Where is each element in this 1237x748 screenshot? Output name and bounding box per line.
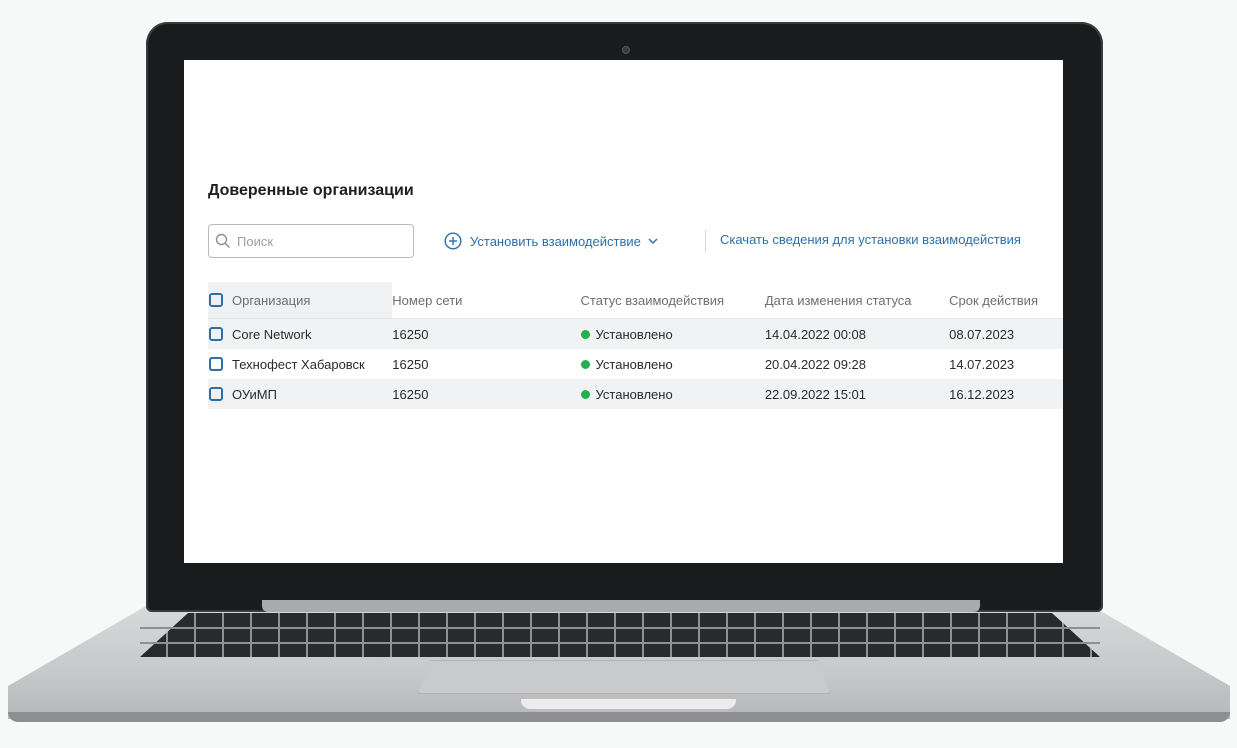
search-icon bbox=[215, 233, 230, 248]
changed-cell: 14.04.2022 00:08 bbox=[764, 326, 867, 342]
status-label: Установлено bbox=[595, 386, 673, 402]
column-status[interactable]: Статус взаимодействия bbox=[581, 282, 765, 318]
expires-cell: 16.12.2023 bbox=[949, 386, 1015, 402]
org-cell: Core Network bbox=[208, 319, 392, 349]
column-changed[interactable]: Дата изменения статуса bbox=[765, 282, 949, 318]
org-cell: Технофест Хабаровск bbox=[208, 349, 392, 379]
chevron-down-icon bbox=[648, 238, 658, 245]
changed-cell: 20.04.2022 09:28 bbox=[764, 356, 867, 372]
org-name: Технофест Хабаровск bbox=[232, 356, 365, 372]
select-all-checkbox[interactable] bbox=[209, 293, 223, 307]
status-dot-icon bbox=[580, 389, 590, 399]
column-organization[interactable]: Организация bbox=[208, 282, 393, 318]
laptop-hinge bbox=[262, 600, 980, 612]
trackpad bbox=[418, 660, 830, 694]
expires-cell: 08.07.2023 bbox=[949, 326, 1015, 342]
changed-cell: 22.09.2022 15:01 bbox=[764, 386, 867, 402]
toolbar-divider bbox=[705, 230, 706, 252]
establish-interaction-label: Установить взаимодействие bbox=[470, 233, 641, 249]
column-expires[interactable]: Срок действия bbox=[949, 282, 1063, 318]
row-checkbox[interactable] bbox=[209, 387, 223, 401]
network-cell: 16250 bbox=[392, 326, 429, 342]
app-screen: Доверенные организации Установить взаимо… bbox=[184, 60, 1063, 563]
network-cell: 16250 bbox=[392, 356, 429, 372]
status-dot-icon bbox=[580, 359, 590, 369]
column-header-label: Дата изменения статуса bbox=[764, 292, 912, 308]
org-cell: ОУиМП bbox=[208, 379, 392, 409]
column-header-label: Организация bbox=[232, 292, 311, 308]
network-cell: 16250 bbox=[392, 386, 429, 402]
plus-circle-icon bbox=[444, 232, 462, 250]
column-header-label: Номер сети bbox=[392, 292, 463, 308]
org-name: ОУиМП bbox=[232, 386, 277, 402]
table-row[interactable]: Технофест Хабаровск 16250 Установлено 20… bbox=[208, 349, 1063, 379]
status-cell: Установлено bbox=[580, 349, 765, 379]
column-header-label: Срок действия bbox=[949, 292, 1038, 308]
organizations-table: Организация Номер сети Статус взаимодейс… bbox=[208, 282, 1063, 409]
status-dot-icon bbox=[580, 329, 590, 339]
status-cell: Установлено bbox=[580, 379, 765, 409]
org-name: Core Network bbox=[232, 326, 312, 342]
column-network[interactable]: Номер сети bbox=[392, 282, 580, 318]
status-label: Установлено bbox=[595, 326, 673, 342]
column-header-label: Статус взаимодействия bbox=[580, 292, 725, 308]
page-title: Доверенные организации bbox=[208, 182, 414, 199]
establish-interaction-button[interactable]: Установить взаимодействие bbox=[444, 232, 659, 250]
keyboard-row-divider bbox=[140, 642, 1100, 644]
search-input[interactable] bbox=[235, 232, 409, 250]
download-info-link[interactable]: Скачать сведения для установки взаимодей… bbox=[720, 232, 1021, 247]
row-checkbox[interactable] bbox=[209, 357, 223, 371]
search-box[interactable] bbox=[208, 224, 414, 258]
table-row[interactable]: ОУиМП 16250 Установлено 22.09.2022 15:01… bbox=[208, 379, 1063, 409]
laptop-bottom-edge bbox=[8, 712, 1230, 722]
table-header: Организация Номер сети Статус взаимодейс… bbox=[208, 282, 1063, 319]
table-row[interactable]: Core Network 16250 Установлено 14.04.202… bbox=[208, 319, 1063, 349]
expires-cell: 14.07.2023 bbox=[949, 356, 1015, 372]
status-cell: Установлено bbox=[580, 319, 765, 349]
laptop-frame: Доверенные организации Установить взаимо… bbox=[0, 0, 1237, 748]
keyboard bbox=[140, 613, 1100, 657]
laptop-lip bbox=[520, 699, 737, 710]
camera-icon bbox=[622, 46, 630, 54]
keyboard-row-divider bbox=[140, 627, 1100, 629]
status-label: Установлено bbox=[595, 356, 673, 372]
row-checkbox[interactable] bbox=[209, 327, 223, 341]
